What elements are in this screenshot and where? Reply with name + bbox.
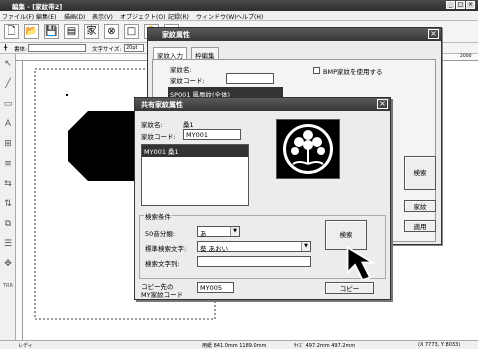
dropdown-arrow-icon[interactable]: ▼	[301, 242, 310, 251]
minimize-icon[interactable]: _	[446, 1, 455, 9]
kamon-button[interactable]: 家紋	[404, 200, 436, 212]
search-string-input[interactable]	[197, 256, 311, 267]
rect-tool-icon[interactable]: ▭	[2, 98, 14, 110]
move-tool-icon[interactable]: ✥	[2, 258, 14, 270]
print-icon[interactable]: ▤	[64, 24, 79, 39]
kamon-code-label: 家紋コード:	[141, 133, 176, 141]
line-tool-icon[interactable]: ╱	[2, 78, 14, 90]
text-tool-icon[interactable]: A	[2, 118, 14, 130]
copy-dest-label-2: MY家紋コード	[141, 291, 184, 299]
dialog-title: 家紋属性	[148, 28, 441, 41]
search-string-label: 検索文字列:	[145, 260, 180, 268]
target-icon[interactable]: ⊗	[104, 24, 119, 39]
close-icon[interactable]: ×	[466, 1, 475, 9]
sound-class-value: あ	[200, 230, 207, 238]
search-button-bg[interactable]: 検索	[404, 156, 436, 190]
size-select[interactable]: 20pt	[124, 44, 144, 52]
copy-dest-input[interactable]: MY005	[197, 282, 234, 293]
maximize-icon[interactable]: □	[456, 1, 465, 9]
close-icon[interactable]: ×	[377, 99, 388, 109]
dialog-title: 共有家紋属性	[135, 98, 390, 111]
new-file-icon[interactable]: 🗋	[4, 24, 19, 39]
app-title: 編集 - [家紋帯2]	[12, 3, 63, 11]
apply-button[interactable]: 適用	[404, 220, 436, 232]
kamon-code-label: 家紋コード:	[170, 77, 205, 85]
status-paper-size: 用紙 841.0mm 1189.0mm	[202, 343, 267, 349]
close-icon[interactable]: ×	[428, 29, 439, 39]
menu-item-record[interactable]: 記録(R)	[168, 12, 189, 21]
ruler-value: 2000	[460, 54, 472, 59]
mirror-tool-icon[interactable]: ⇆	[2, 178, 14, 190]
menu-item-edit[interactable]: 編集(E)	[36, 12, 56, 21]
kamon-code-input[interactable]	[226, 73, 274, 84]
group-tool-icon[interactable]: ⧉	[2, 218, 14, 230]
tab-frame-edit[interactable]: 枠編集	[191, 47, 219, 60]
menu-item-view[interactable]: 表示(V)	[92, 12, 113, 21]
status-object-size: ｻｲｽﾞ 497.2mm 497.2mm	[294, 343, 356, 349]
pointer-icon[interactable]: ╋	[4, 45, 7, 51]
sound-class-select[interactable]: あ ▼	[197, 226, 240, 238]
rectangle-icon[interactable]: □	[124, 24, 139, 39]
status-bar: レディ 用紙 841.0mm 1189.0mm ｻｲｽﾞ 497.2mm 497…	[0, 340, 478, 349]
align-tool-icon[interactable]: ≡	[2, 158, 14, 170]
kamon-preview	[276, 119, 340, 179]
menu-item-file[interactable]: ファイル(F)	[2, 12, 34, 21]
kamon-name-value: 桑1	[183, 121, 194, 129]
kamon-tool-icon[interactable]: 家	[84, 24, 99, 39]
menu-item-window[interactable]: ウィンドウ(W)	[196, 12, 237, 21]
menu-item-draw[interactable]: 描画(D)	[64, 12, 85, 21]
left-toolbox: ↖ ╱ ▭ A ⊞ ≡ ⇆ ⇅ ⧉ ☰ ✥ TRR	[0, 54, 16, 340]
left-tool-label: TRR	[2, 283, 13, 289]
select-tool-icon[interactable]: ↖	[2, 58, 14, 70]
sound-class-label: 50音分類:	[145, 230, 175, 238]
kiri-crest-icon	[283, 124, 333, 174]
layer-tool-icon[interactable]: ☰	[2, 238, 14, 250]
bmp-checkbox[interactable]	[313, 67, 320, 74]
tab-kamon-input[interactable]: 家紋入力	[153, 47, 187, 60]
left-ruler	[16, 61, 23, 340]
app-title-bar: 編集 - [家紋帯2] _ □ ×	[0, 0, 478, 11]
standard-char-select[interactable]: 葵 あおい ▼	[197, 241, 311, 253]
kamon-name-label: 家紋名:	[170, 66, 192, 74]
font-label: 書体:	[14, 47, 27, 53]
kamon-code-input[interactable]: MY001	[183, 129, 241, 140]
standard-char-value: 葵 あおい	[200, 245, 229, 253]
open-folder-icon[interactable]: 📂	[24, 24, 39, 39]
menu-bar: ファイル(F) 編集(E) 描画(D) 表示(V) オブジェクト(O) 記録(R…	[0, 11, 478, 21]
save-icon[interactable]: 💾	[44, 24, 59, 39]
grid-tool-icon[interactable]: ⊞	[2, 138, 14, 150]
standard-char-label: 標準検索文字:	[145, 245, 187, 253]
dropdown-arrow-icon[interactable]: ▼	[230, 227, 239, 236]
menu-item-help[interactable]: ヘルプ(H)	[236, 12, 263, 21]
mouse-cursor-icon	[346, 245, 376, 282]
kamon-list[interactable]: MY001 桑1	[141, 144, 249, 206]
group-label: 検索条件	[144, 211, 172, 221]
font-select[interactable]	[28, 44, 86, 52]
kamon-name-label: 家紋名:	[141, 121, 163, 129]
handle-point	[66, 94, 68, 96]
list-item[interactable]: MY001 桑1	[142, 145, 248, 157]
size-label: 文字サイズ:	[92, 47, 122, 53]
status-coordinates: (X 7773, Y 8033)	[418, 342, 461, 348]
status-ready: レディ	[18, 343, 33, 349]
bmp-checkbox-label: BMP家紋を使用する	[323, 68, 383, 76]
menu-item-object[interactable]: オブジェクト(O)	[120, 12, 165, 21]
flip-tool-icon[interactable]: ⇅	[2, 198, 14, 210]
